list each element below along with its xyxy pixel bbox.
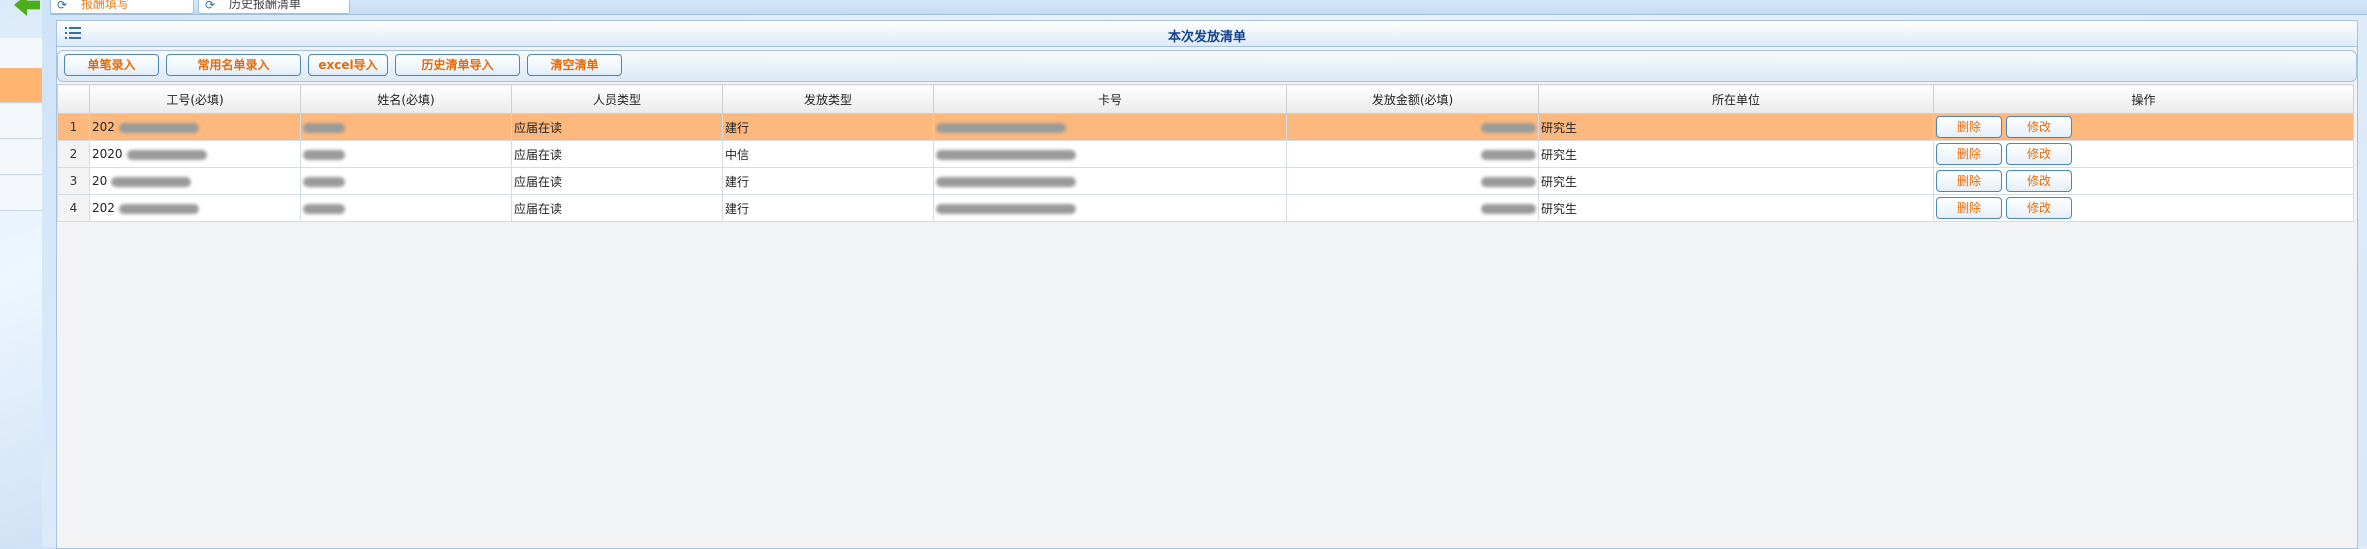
row-index: 2	[57, 140, 90, 168]
tab-history[interactable]: ⟳ 历史报酬清单	[198, 0, 350, 14]
issue-table: 工号(必填) 姓名(必填) 人员类型 发放类型 卡号 发放金额(必填) 所在单位…	[57, 84, 2354, 222]
cell-amount	[1286, 113, 1539, 141]
col-header-unit[interactable]: 所在单位	[1538, 84, 1934, 114]
edit-button[interactable]: 修改	[2006, 170, 2072, 192]
clear-list-button[interactable]: 清空清单	[527, 54, 622, 76]
excel-import-button[interactable]: excel导入	[308, 54, 388, 76]
cell-amount	[1286, 140, 1539, 168]
cell-person-type: 应届在读	[511, 113, 723, 141]
cell-actions: 删除 修改	[1933, 140, 2354, 168]
cell-name	[300, 194, 512, 222]
table-row[interactable]: 2 2020 应届在读 中信 研究生 删除 修改	[57, 140, 2354, 168]
cell-pay-type: 建行	[722, 113, 934, 141]
cell-id: 20	[89, 167, 301, 195]
cell-amount	[1286, 194, 1539, 222]
row-index: 3	[57, 167, 90, 195]
left-sidebar	[0, 0, 42, 547]
single-entry-button[interactable]: 单笔录入	[64, 54, 159, 76]
edit-button[interactable]: 修改	[2006, 197, 2072, 219]
sidebar-item-active[interactable]	[0, 68, 42, 103]
cell-name	[300, 140, 512, 168]
delete-button[interactable]: 删除	[1936, 170, 2002, 192]
issue-list-panel: 本次发放清单 单笔录入 常用名单录入 excel导入 历史清单导入 清空清单 工…	[56, 20, 2358, 549]
cell-amount	[1286, 167, 1539, 195]
cell-id: 202	[89, 113, 301, 141]
cell-name	[300, 113, 512, 141]
table-header: 工号(必填) 姓名(必填) 人员类型 发放类型 卡号 发放金额(必填) 所在单位…	[57, 84, 2354, 114]
cell-pay-type: 建行	[722, 167, 934, 195]
table-row[interactable]: 1 202 应届在读 建行 研究生 删除 修改	[57, 113, 2354, 141]
col-header-person-type[interactable]: 人员类型	[511, 84, 723, 114]
delete-button[interactable]: 删除	[1936, 143, 2002, 165]
tab-icon: ⟳	[57, 0, 68, 12]
row-index: 1	[57, 113, 90, 141]
cell-person-type: 应届在读	[511, 140, 723, 168]
cell-unit: 研究生	[1538, 167, 1934, 195]
col-header-id[interactable]: 工号(必填)	[89, 84, 301, 114]
cell-actions: 删除 修改	[1933, 113, 2354, 141]
tab-label: 报酬填写	[81, 0, 130, 11]
col-header-card[interactable]: 卡号	[933, 84, 1287, 114]
row-index: 4	[57, 194, 90, 222]
edit-button[interactable]: 修改	[2006, 143, 2072, 165]
cell-id: 202	[89, 194, 301, 222]
cell-card	[933, 194, 1287, 222]
table-row[interactable]: 3 20 应届在读 建行 研究生 删除 修改	[57, 167, 2354, 195]
tab-pay-fill[interactable]: ⟳ 报酬填写	[50, 0, 194, 14]
cell-id: 2020	[89, 140, 301, 168]
cell-card	[933, 140, 1287, 168]
tab-bar: ⟳ 报酬填写 ⟳ 历史报酬清单	[50, 0, 2367, 15]
panel-title: 本次发放清单	[1167, 30, 1246, 45]
cell-person-type: 应届在读	[511, 194, 723, 222]
tab-label: 历史报酬清单	[229, 0, 302, 11]
sidebar-item[interactable]	[0, 176, 42, 211]
cell-unit: 研究生	[1538, 194, 1934, 222]
sidebar-item[interactable]	[0, 104, 42, 139]
cell-pay-type: 中信	[722, 140, 934, 168]
col-header-pay-type[interactable]: 发放类型	[722, 84, 934, 114]
col-header-index	[57, 84, 90, 114]
cell-person-type: 应届在读	[511, 167, 723, 195]
cell-unit: 研究生	[1538, 140, 1934, 168]
delete-button[interactable]: 删除	[1936, 197, 2002, 219]
sidebar-item[interactable]	[0, 140, 42, 175]
cell-pay-type: 建行	[722, 194, 934, 222]
cell-actions: 删除 修改	[1933, 194, 2354, 222]
cell-card	[933, 113, 1287, 141]
common-list-entry-button[interactable]: 常用名单录入	[166, 54, 301, 76]
col-header-name[interactable]: 姓名(必填)	[300, 84, 512, 114]
edit-button[interactable]: 修改	[2006, 116, 2072, 138]
cell-card	[933, 167, 1287, 195]
delete-button[interactable]: 删除	[1936, 116, 2002, 138]
col-header-amount[interactable]: 发放金额(必填)	[1286, 84, 1539, 114]
cell-name	[300, 167, 512, 195]
back-arrow-icon[interactable]	[14, 0, 40, 16]
tab-icon: ⟳	[205, 0, 216, 12]
toolbar: 单笔录入 常用名单录入 excel导入 历史清单导入 清空清单	[57, 50, 2357, 82]
cell-actions: 删除 修改	[1933, 167, 2354, 195]
table-row[interactable]: 4 202 应届在读 建行 研究生 删除 修改	[57, 194, 2354, 222]
panel-header: 本次发放清单	[57, 21, 2357, 47]
cell-unit: 研究生	[1538, 113, 1934, 141]
history-import-button[interactable]: 历史清单导入	[395, 54, 520, 76]
col-header-actions: 操作	[1933, 84, 2354, 114]
